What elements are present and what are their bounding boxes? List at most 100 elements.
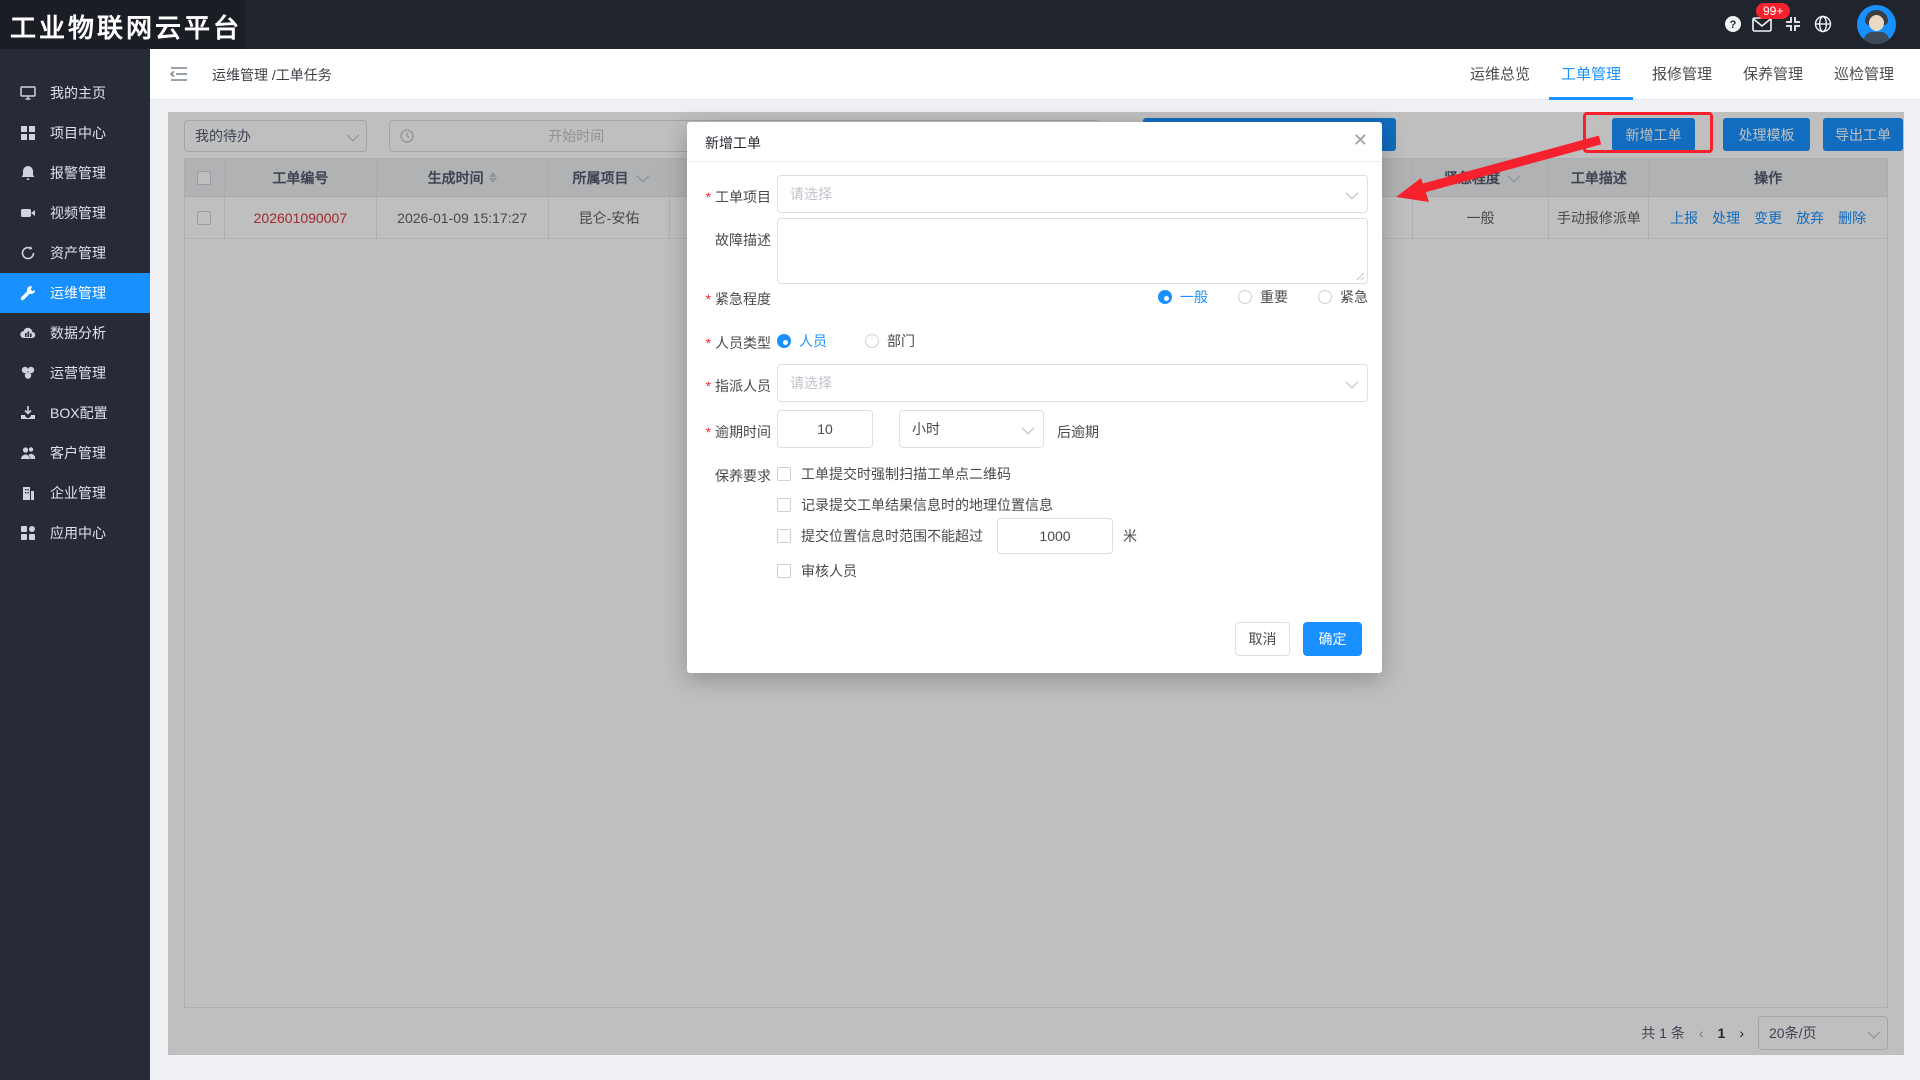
sidebar-item-label: 企业管理 [50,483,106,503]
overdue-suffix: 后逾期 [1057,422,1099,442]
label-person-type: 人员类型 [695,333,771,353]
sidebar-item-assets[interactable]: 资产管理 [0,233,150,273]
radio-person[interactable]: 人员 [777,331,827,351]
wrench-icon [20,285,36,301]
dialog-title: 新增工单 [705,133,761,153]
radio-dot [1238,290,1252,304]
checkbox[interactable] [777,564,791,578]
sidebar-item-box[interactable]: BOX配置 [0,393,150,433]
fault-textarea[interactable] [777,218,1368,284]
radio-label: 人员 [799,331,827,351]
mail-icon[interactable] [1752,17,1770,35]
sidebar-item-label: 运营管理 [50,363,106,383]
sidebar-item-home[interactable]: 我的主页 [0,73,150,113]
sidebar-item-apps[interactable]: 应用中心 [0,513,150,553]
recycle-icon [20,245,36,261]
bell-icon [20,165,36,181]
globe-icon[interactable] [1814,15,1832,33]
sidebar-item-label: 我的主页 [50,83,106,103]
clover-icon [20,365,36,381]
sidebar-item-operation[interactable]: 运营管理 [0,353,150,393]
people-icon [20,445,36,461]
urgency-radio-group: 一般 重要 紧急 [777,287,1368,307]
distance-input[interactable] [997,518,1113,554]
checkbox-label: 工单提交时强制扫描工单点二维码 [801,464,1011,484]
checkbox-label: 提交位置信息时范围不能超过 [801,526,983,546]
sidebar-item-label: 客户管理 [50,443,106,463]
avatar-face [1869,15,1884,31]
label-project: 工单项目 [695,187,771,207]
grid-icon [20,125,36,141]
radio-dot [777,334,791,348]
sidebar-item-label: 资产管理 [50,243,106,263]
monitor-icon [20,85,36,101]
tab-repair[interactable]: 报修管理 [1652,63,1712,84]
avatar-body [1864,32,1889,44]
sidebar-item-alarms[interactable]: 报警管理 [0,153,150,193]
checkbox[interactable] [777,529,791,543]
tab-workorder[interactable]: 工单管理 [1561,63,1621,84]
radio-department[interactable]: 部门 [865,331,915,351]
sidebar-item-customers[interactable]: 客户管理 [0,433,150,473]
radio-urgent[interactable]: 紧急 [1318,287,1368,307]
sidebar-item-label: 项目中心 [50,123,106,143]
sidebar-item-label: 数据分析 [50,323,106,343]
checkbox-row-scan[interactable]: 工单提交时强制扫描工单点二维码 [777,464,1011,484]
user-avatar[interactable] [1857,5,1896,44]
sidebar: 我的主页 项目中心 报警管理 视频管理 资产管理 运维管理 数据分析 运营管理 … [0,49,150,1080]
checkbox-row-reviewer[interactable]: 审核人员 [777,561,857,581]
confirm-button[interactable]: 确定 [1303,622,1362,656]
sidebar-item-label: 视频管理 [50,203,106,223]
label-maintain: 保养要求 [695,466,771,486]
checkbox-label: 审核人员 [801,561,857,581]
project-placeholder: 请选择 [790,184,1346,204]
sidebar-item-ops[interactable]: 运维管理 [0,273,150,313]
tab-maintain[interactable]: 保养管理 [1743,63,1803,84]
person-type-radio-group: 人员 部门 [777,331,915,351]
svg-text:?: ? [1730,19,1737,31]
radio-label: 部门 [887,331,915,351]
project-select[interactable]: 请选择 [777,175,1368,213]
overdue-time-input[interactable] [777,410,873,448]
label-overdue: 逾期时间 [695,422,771,442]
sidebar-item-video[interactable]: 视频管理 [0,193,150,233]
resize-grip-icon[interactable] [1356,272,1365,281]
top-bar: 工业物联网云平台 ? 99+ [0,0,1920,49]
breadcrumb: 运维管理 /工单任务 [212,65,332,85]
dialog-header: 新增工单 ✕ [687,122,1382,162]
sidebar-item-label: 报警管理 [50,163,106,183]
compress-icon[interactable] [1784,15,1802,33]
assignee-select[interactable]: 请选择 [777,364,1368,402]
tab-ops-overview[interactable]: 运维总览 [1470,63,1530,84]
radio-normal[interactable]: 一般 [1158,287,1208,307]
checkbox-row-geo[interactable]: 记录提交工单结果信息时的地理位置信息 [777,495,1053,515]
sidebar-item-enterprise[interactable]: 企业管理 [0,473,150,513]
tab-inspection[interactable]: 巡检管理 [1834,63,1894,84]
checkbox[interactable] [777,467,791,481]
sidebar-item-analytics[interactable]: 数据分析 [0,313,150,353]
sidebar-item-label: 运维管理 [50,283,106,303]
radio-label: 一般 [1180,287,1208,307]
checkbox-row-distance[interactable]: 提交位置信息时范围不能超过 米 [777,518,1137,554]
menu-fold-icon[interactable] [170,66,188,82]
download-box-icon [20,405,36,421]
page-header: 运维管理 /工单任务 运维总览 工单管理 报修管理 保养管理 巡检管理 [150,49,1920,100]
cancel-button[interactable]: 取消 [1235,622,1290,656]
sidebar-item-projects[interactable]: 项目中心 [0,113,150,153]
label-urgency: 紧急程度 [695,289,771,309]
radio-dot [1158,290,1172,304]
radio-important[interactable]: 重要 [1238,287,1288,307]
chevron-down-icon [1022,421,1035,434]
app-title: 工业物联网云平台 [10,8,242,45]
close-icon[interactable]: ✕ [1353,130,1368,151]
notification-badge: 99+ [1756,3,1790,19]
distance-unit: 米 [1123,526,1137,546]
checkbox[interactable] [777,498,791,512]
help-icon[interactable]: ? [1724,15,1742,33]
overdue-unit-select[interactable]: 小时 [899,410,1044,448]
radio-dot [865,334,879,348]
label-assignee: 指派人员 [695,376,771,396]
radio-label: 紧急 [1340,287,1368,307]
cloud-chart-icon [20,325,36,341]
checkbox-label: 记录提交工单结果信息时的地理位置信息 [801,495,1053,515]
